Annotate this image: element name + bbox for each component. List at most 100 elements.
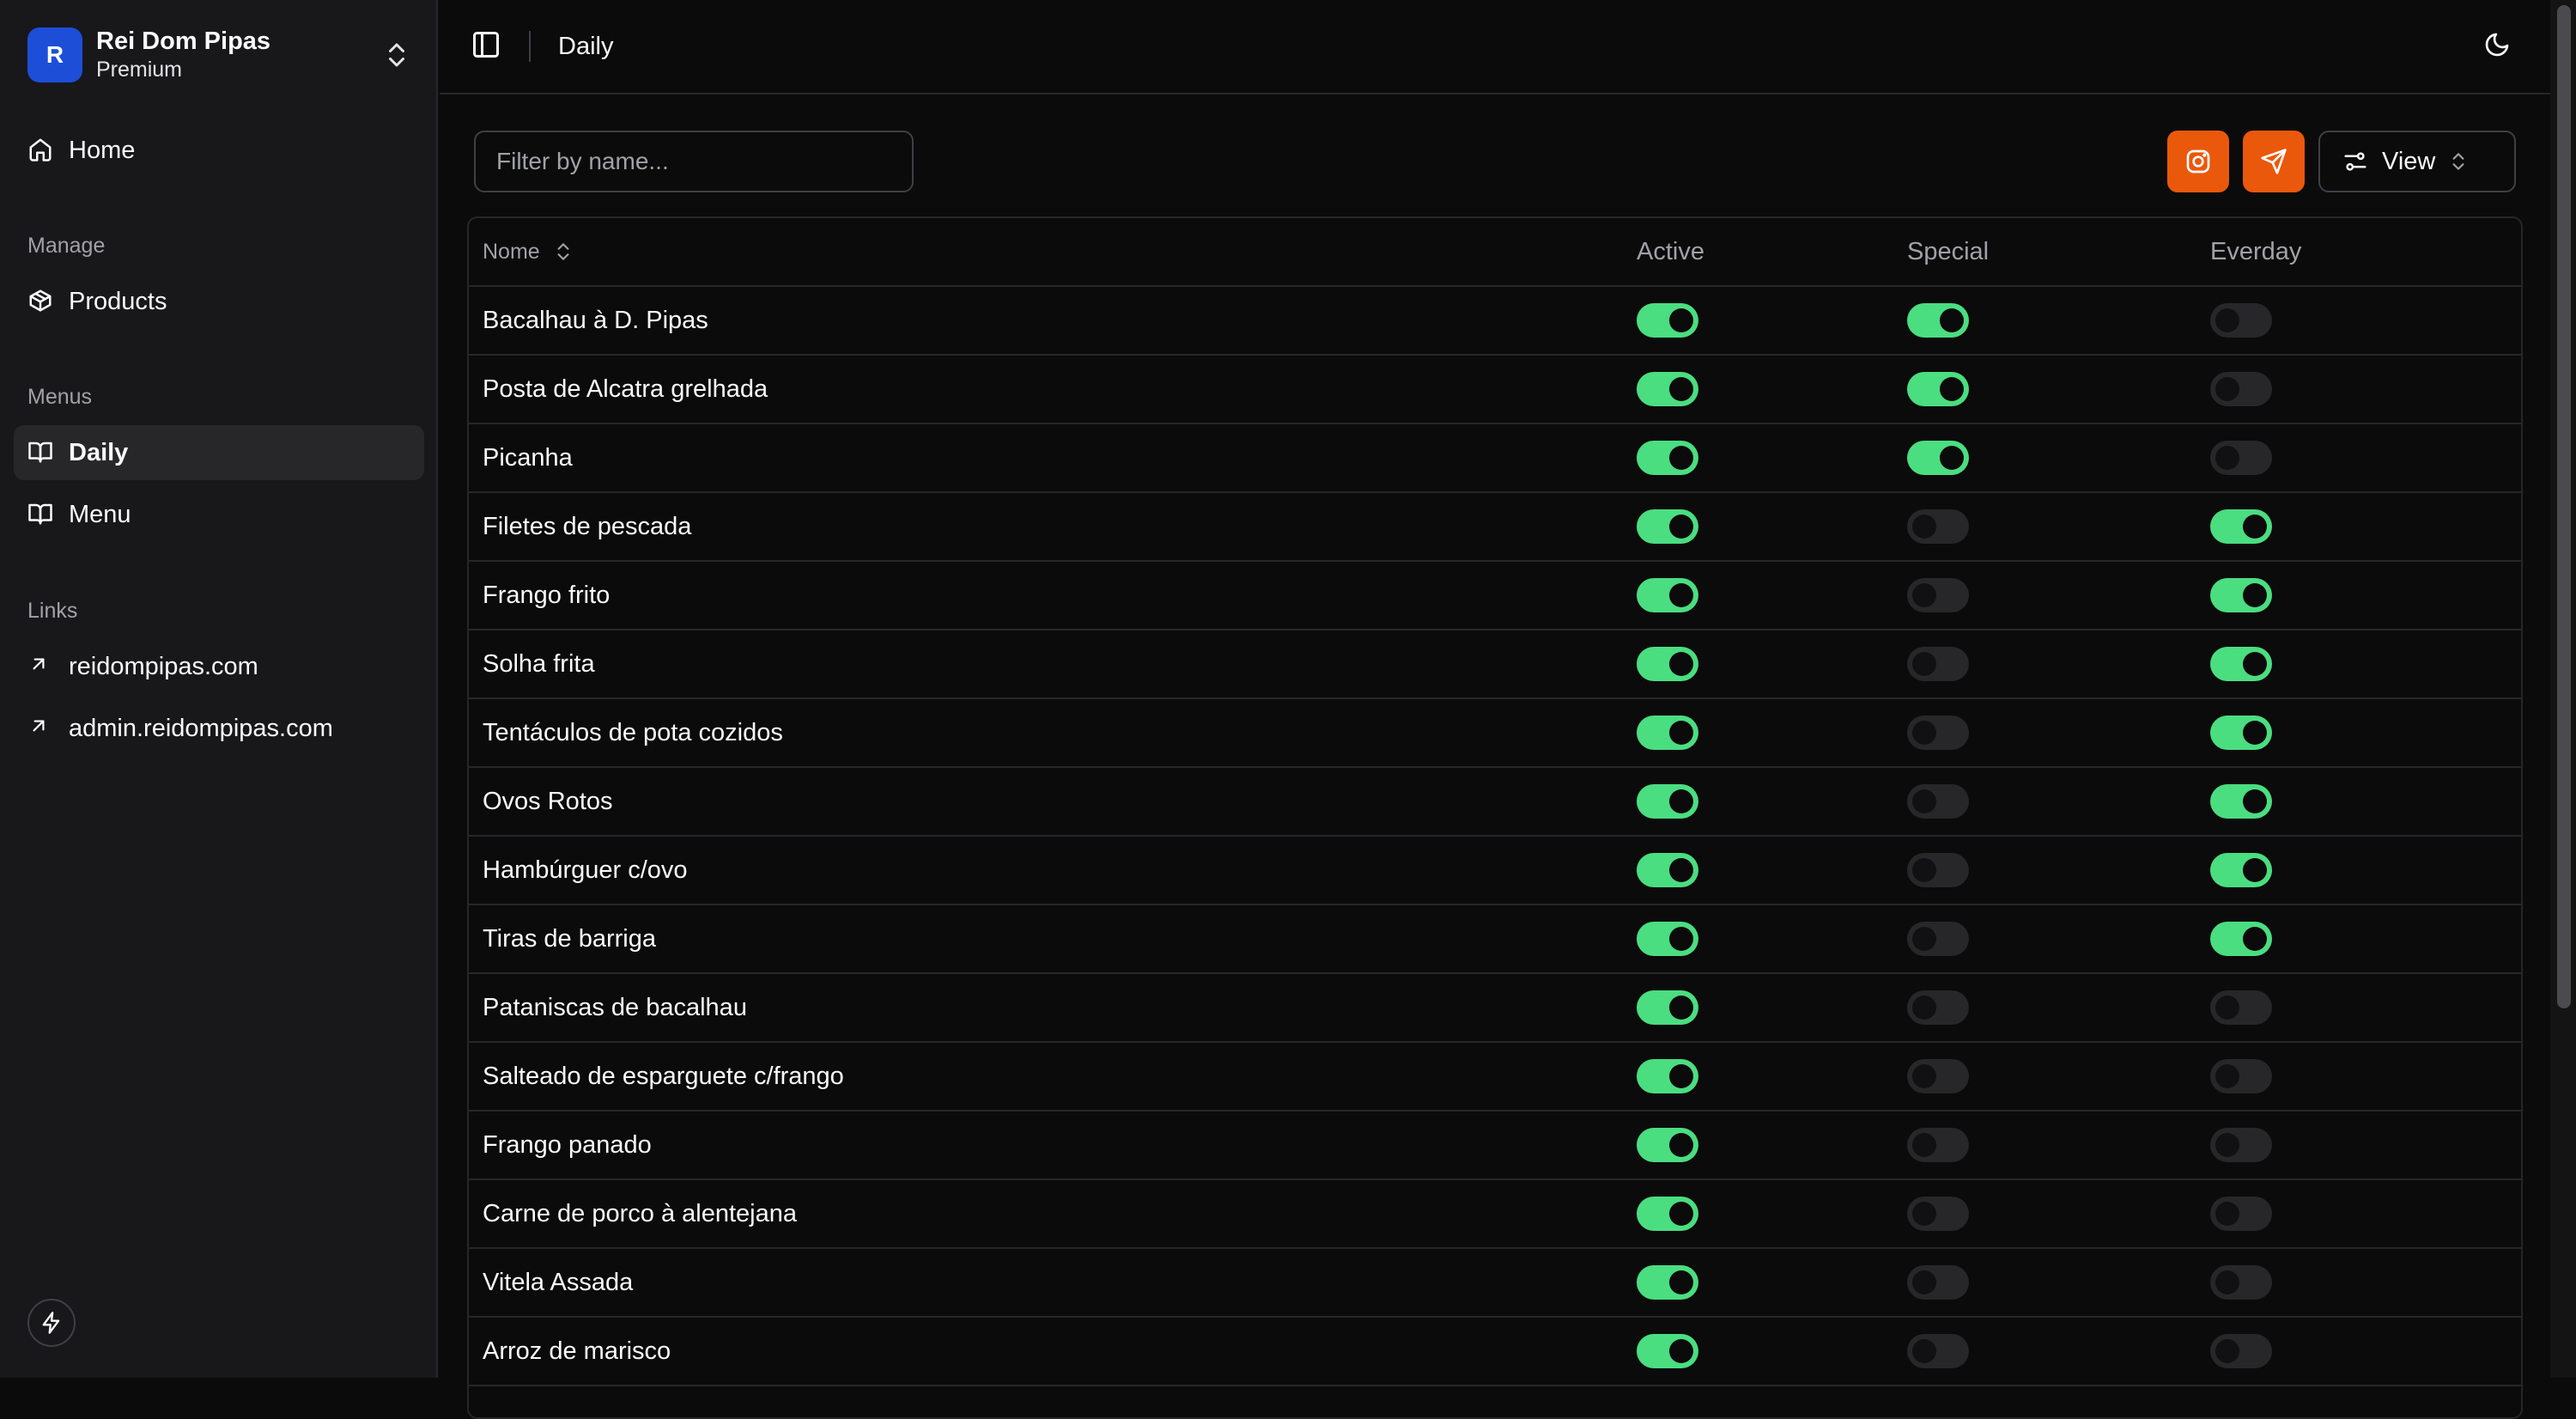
active-switch[interactable] <box>1637 303 1698 338</box>
everyday-switch[interactable] <box>2210 372 2272 406</box>
active-switch[interactable] <box>1637 578 1698 612</box>
sidebar-item-daily[interactable]: Daily <box>14 425 424 480</box>
zap-icon <box>39 1311 64 1335</box>
sidebar-item-label: Home <box>69 136 136 164</box>
active-switch[interactable] <box>1637 1265 1698 1300</box>
everyday-switch[interactable] <box>2210 1128 2272 1162</box>
instagram-button[interactable] <box>2167 131 2229 192</box>
active-switch[interactable] <box>1637 441 1698 475</box>
active-switch[interactable] <box>1637 922 1698 956</box>
scrollbar-thumb[interactable] <box>2557 5 2571 1008</box>
everyday-switch[interactable] <box>2210 1059 2272 1093</box>
special-switch[interactable] <box>1907 1128 1969 1162</box>
everyday-cell <box>2210 1318 2272 1385</box>
column-header-name[interactable]: Nome <box>483 218 574 285</box>
special-cell <box>1907 562 1969 629</box>
active-switch[interactable] <box>1637 853 1698 887</box>
sidebar-item-home[interactable]: Home <box>14 123 424 178</box>
sidebar-link-admin[interactable]: admin.reidompipas.com <box>14 701 424 756</box>
everyday-cell <box>2210 1043 2272 1110</box>
everyday-switch[interactable] <box>2210 716 2272 750</box>
active-switch[interactable] <box>1637 647 1698 681</box>
filter-input[interactable] <box>474 131 914 192</box>
special-switch[interactable] <box>1907 372 1969 406</box>
send-button[interactable] <box>2243 131 2305 192</box>
top-header: Daily <box>440 0 2576 94</box>
special-switch[interactable] <box>1907 1059 1969 1093</box>
special-switch[interactable] <box>1907 922 1969 956</box>
everyday-switch[interactable] <box>2210 1265 2272 1300</box>
special-switch[interactable] <box>1907 303 1969 338</box>
active-switch[interactable] <box>1637 372 1698 406</box>
active-switch[interactable] <box>1637 509 1698 544</box>
special-switch[interactable] <box>1907 716 1969 750</box>
view-label: View <box>2382 147 2436 175</box>
everyday-cell <box>2210 287 2272 354</box>
table-row: Ovos Rotos <box>469 768 2521 837</box>
everyday-switch[interactable] <box>2210 990 2272 1025</box>
sidebar-toggle-icon[interactable] <box>471 29 503 62</box>
active-switch[interactable] <box>1637 1197 1698 1231</box>
special-switch[interactable] <box>1907 784 1969 819</box>
everyday-cell <box>2210 1111 2272 1178</box>
table-row: Arroz de marisco <box>469 1318 2521 1386</box>
everyday-switch[interactable] <box>2210 303 2272 338</box>
everyday-switch[interactable] <box>2210 853 2272 887</box>
everyday-cell <box>2210 837 2272 904</box>
table-row: Tiras de barriga <box>469 905 2521 974</box>
special-switch[interactable] <box>1907 647 1969 681</box>
everyday-switch[interactable] <box>2210 578 2272 612</box>
page-scrollbar[interactable] <box>2550 0 2576 1378</box>
group-label-manage: Manage <box>27 234 106 258</box>
special-switch[interactable] <box>1907 1265 1969 1300</box>
everyday-switch[interactable] <box>2210 509 2272 544</box>
view-options-button[interactable]: View <box>2318 131 2516 192</box>
active-switch[interactable] <box>1637 1334 1698 1368</box>
active-switch[interactable] <box>1637 784 1698 819</box>
active-switch[interactable] <box>1637 716 1698 750</box>
moon-icon[interactable] <box>2483 31 2514 62</box>
everyday-switch[interactable] <box>2210 1334 2272 1368</box>
row-name: Ovos Rotos <box>483 787 613 815</box>
active-switch[interactable] <box>1637 1059 1698 1093</box>
arrow-up-right-icon <box>27 715 55 742</box>
send-icon <box>2260 148 2287 175</box>
active-switch[interactable] <box>1637 990 1698 1025</box>
zap-button[interactable] <box>27 1299 76 1347</box>
sidebar: R Rei Dom Pipas Premium Home Manage Prod… <box>0 0 438 1378</box>
special-switch[interactable] <box>1907 990 1969 1025</box>
special-switch[interactable] <box>1907 441 1969 475</box>
active-cell <box>1637 493 1698 560</box>
special-switch[interactable] <box>1907 853 1969 887</box>
brand-name: Rei Dom Pipas <box>96 27 271 55</box>
sidebar-item-products[interactable]: Products <box>14 274 424 329</box>
brand-logo: R <box>27 27 82 82</box>
team-switcher[interactable]: R Rei Dom Pipas Premium <box>27 27 412 82</box>
group-label-links: Links <box>27 599 78 623</box>
active-cell <box>1637 1249 1698 1316</box>
everyday-switch[interactable] <box>2210 647 2272 681</box>
active-switch[interactable] <box>1637 1128 1698 1162</box>
active-cell <box>1637 630 1698 697</box>
special-cell <box>1907 424 1969 491</box>
everyday-switch[interactable] <box>2210 441 2272 475</box>
everyday-switch[interactable] <box>2210 1197 2272 1231</box>
sidebar-item-menu[interactable]: Menu <box>14 487 424 542</box>
sidebar-link-site[interactable]: reidompipas.com <box>14 639 424 694</box>
special-cell <box>1907 1111 1969 1178</box>
row-name: Pataniscas de bacalhau <box>483 993 747 1021</box>
table-row: Frango panado <box>469 1111 2521 1180</box>
table-row: Posta de Alcatra grelhada <box>469 356 2521 424</box>
book-open-icon <box>27 501 55 528</box>
table-row: Bacalhau à D. Pipas <box>469 287 2521 356</box>
everyday-switch[interactable] <box>2210 922 2272 956</box>
sidebar-link-label: admin.reidompipas.com <box>69 714 333 742</box>
special-switch[interactable] <box>1907 578 1969 612</box>
everyday-switch[interactable] <box>2210 784 2272 819</box>
special-switch[interactable] <box>1907 1334 1969 1368</box>
special-switch[interactable] <box>1907 509 1969 544</box>
everyday-cell <box>2210 424 2272 491</box>
special-cell <box>1907 768 1969 835</box>
special-switch[interactable] <box>1907 1197 1969 1231</box>
active-cell <box>1637 768 1698 835</box>
